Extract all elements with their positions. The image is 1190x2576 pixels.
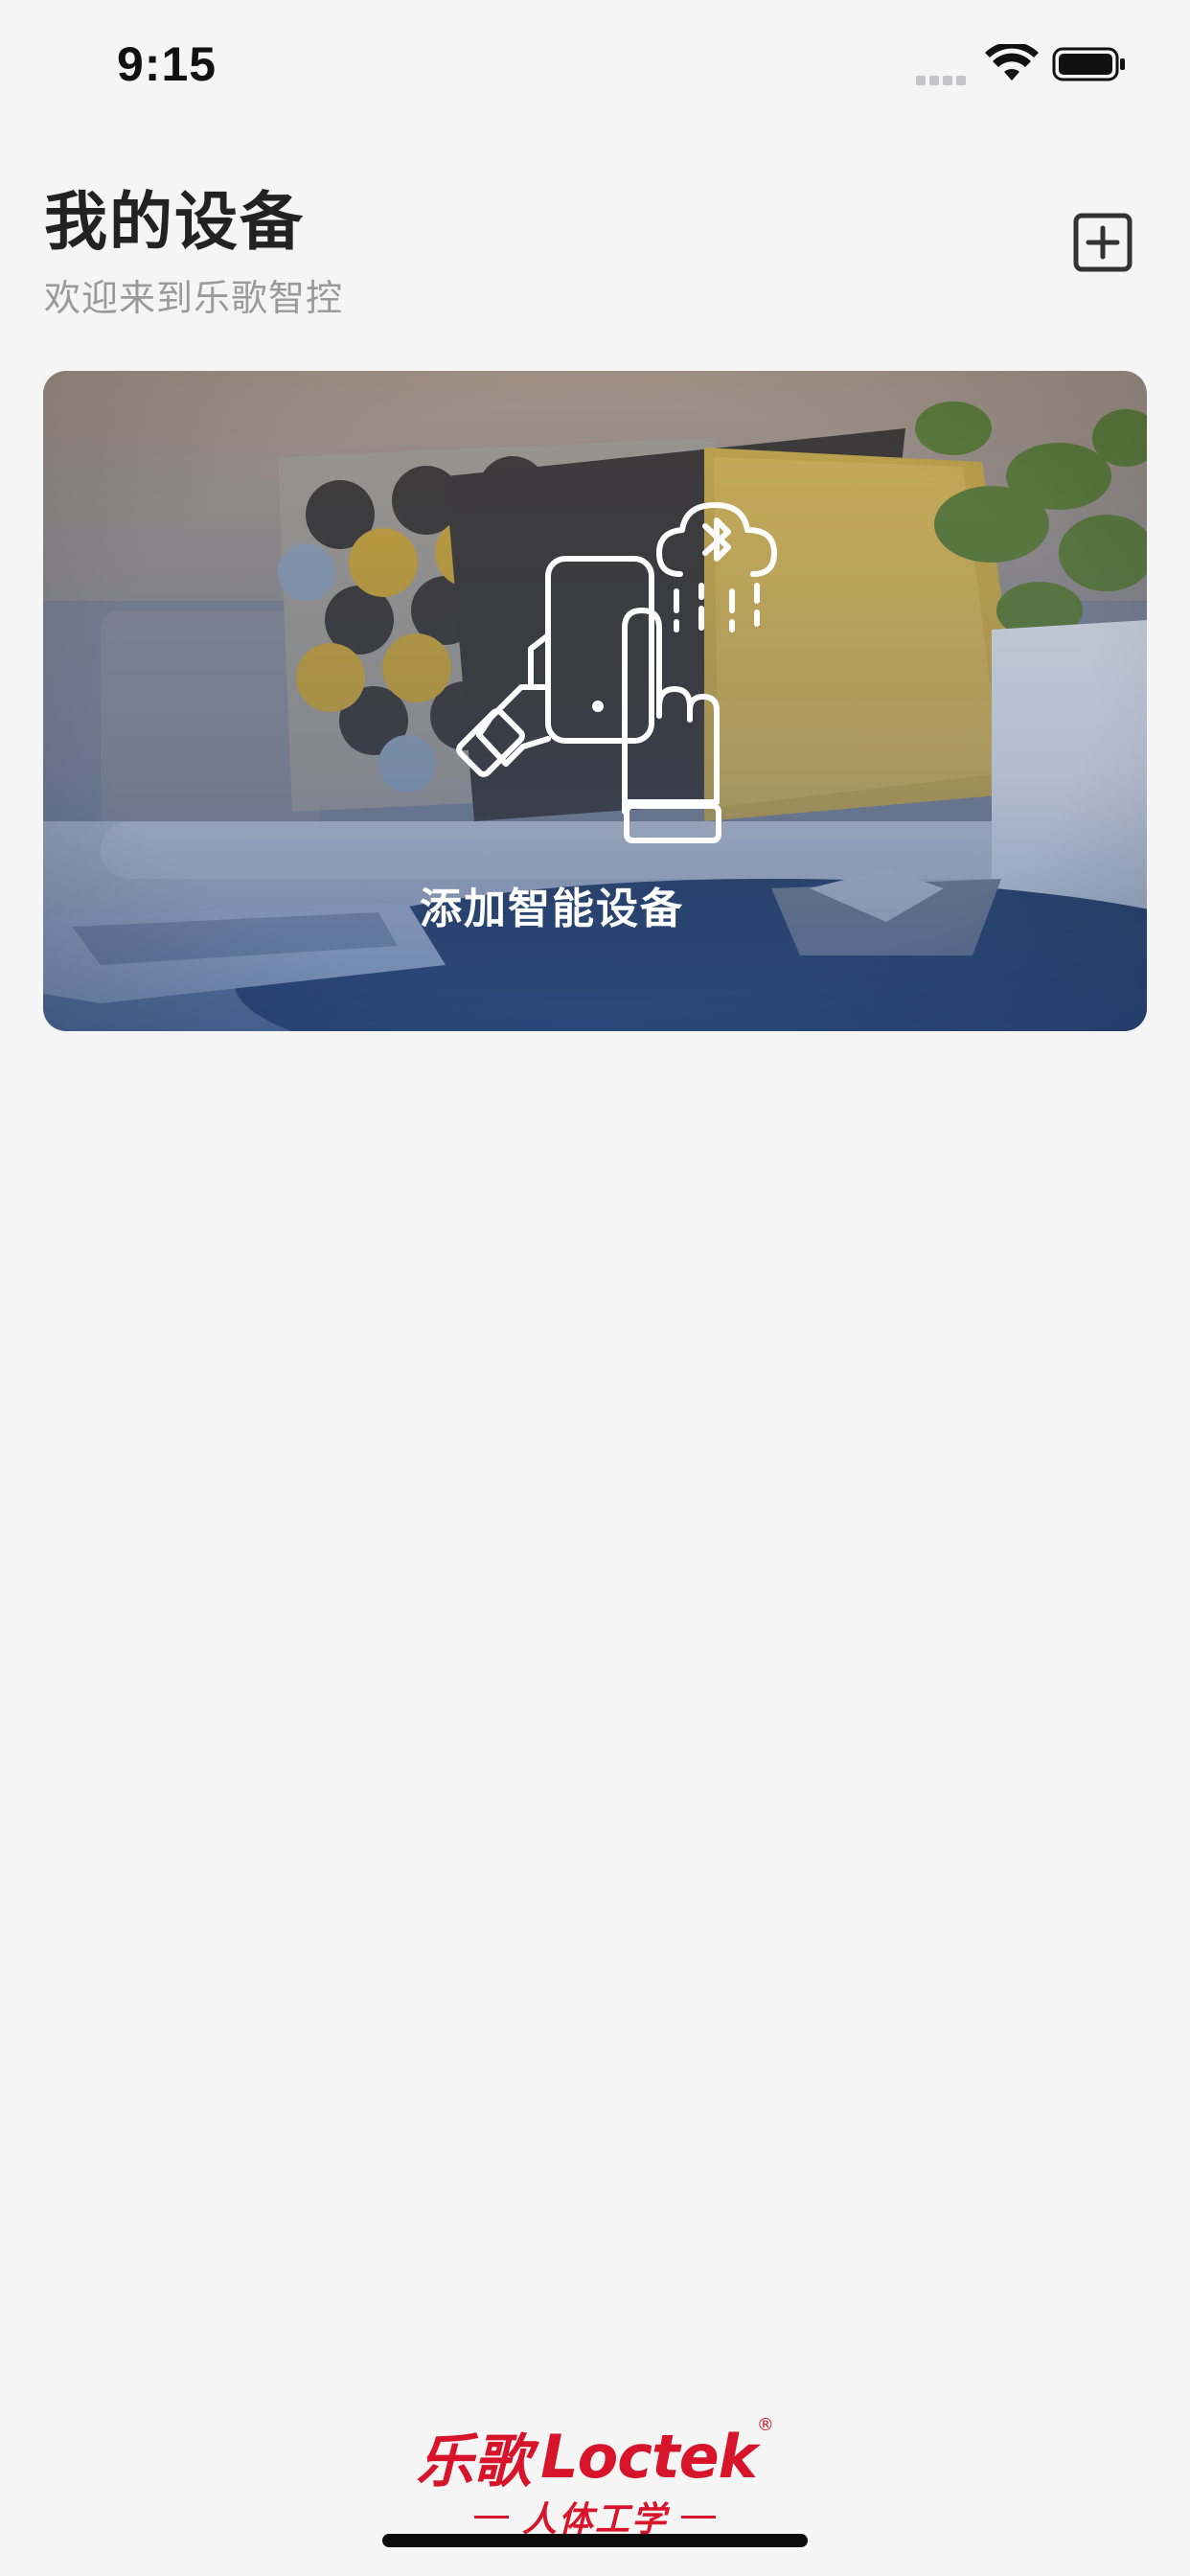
wifi-icon: [985, 44, 1039, 80]
phone-tap-bluetooth-icon: [456, 502, 777, 843]
brand-divider-right: [681, 2515, 716, 2518]
status-bar: 9:15: [0, 0, 1190, 126]
brand-name-cn: 乐歌: [416, 2428, 532, 2496]
home-indicator[interactable]: [382, 2534, 808, 2547]
brand-logo: 乐歌 Loctek® 人体工学: [0, 2415, 1190, 2540]
page-title: 我的设备: [44, 185, 305, 259]
status-time: 9:15: [117, 37, 217, 91]
cellular-signal-icon: [916, 71, 970, 85]
app-screen: 9:15 我的设备 欢迎来到乐歌智控 添加智能设备 乐歌 Loctek® 人体工…: [0, 0, 1190, 2576]
page-subtitle: 欢迎来到乐歌智控: [44, 277, 344, 319]
battery-icon: [1052, 47, 1125, 81]
registered-mark: ®: [756, 2415, 774, 2435]
brand-name-en: Loctek: [540, 2422, 758, 2492]
add-device-button[interactable]: [1073, 213, 1133, 272]
add-device-label[interactable]: 添加智能设备: [0, 874, 1104, 935]
brand-divider-left: [473, 2515, 509, 2518]
